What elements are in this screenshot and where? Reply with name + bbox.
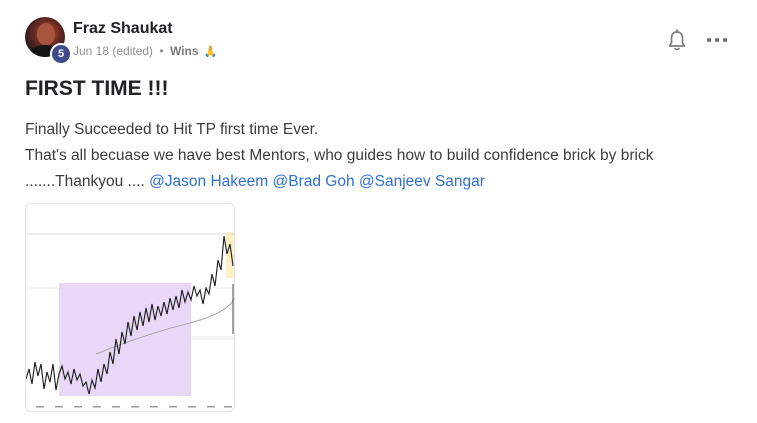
range-highlight: [59, 283, 191, 396]
meta-separator: •: [159, 44, 164, 58]
level-badge: 5: [50, 43, 72, 65]
mention-jason-hakeem[interactable]: @Jason Hakeem: [149, 173, 268, 190]
category-emoji: 🙏: [203, 46, 218, 58]
mention-sanjeev-sangar[interactable]: @Sanjeev Sangar: [359, 173, 485, 190]
body-line-3-text: .......Thankyou ....: [25, 173, 150, 190]
bell-icon: [668, 29, 686, 51]
notification-bell-button[interactable]: [666, 29, 688, 53]
body-line-2: That's all becuase we have best Mentors,…: [25, 147, 654, 164]
post-date: Jun 18 (edited): [73, 44, 154, 58]
chart-image-attachment[interactable]: [25, 203, 235, 412]
more-horizontal-icon: [706, 37, 728, 43]
mention-brad-goh[interactable]: @Brad Goh: [273, 173, 355, 190]
post-meta: Jun 18 (edited) • Wins 🙏: [73, 44, 218, 58]
more-options-button[interactable]: [705, 30, 729, 50]
author-name[interactable]: Fraz Shaukat: [73, 20, 173, 38]
trading-chart-image: [26, 204, 234, 411]
post-body: Finally Succeeded to Hit TP first time E…: [25, 117, 725, 195]
body-line-3: .......Thankyou .... @Jason Hakeem @Brad…: [25, 169, 725, 195]
body-line-1: Finally Succeeded to Hit TP first time E…: [25, 121, 319, 138]
tp-zone: [226, 232, 234, 278]
avatar-face: [37, 23, 55, 45]
post-title: FIRST TIME !!!: [25, 77, 169, 100]
post-category[interactable]: Wins: [170, 44, 199, 58]
post-card: 5 Fraz Shaukat Jun 18 (edited) • Wins 🙏 …: [0, 0, 757, 423]
